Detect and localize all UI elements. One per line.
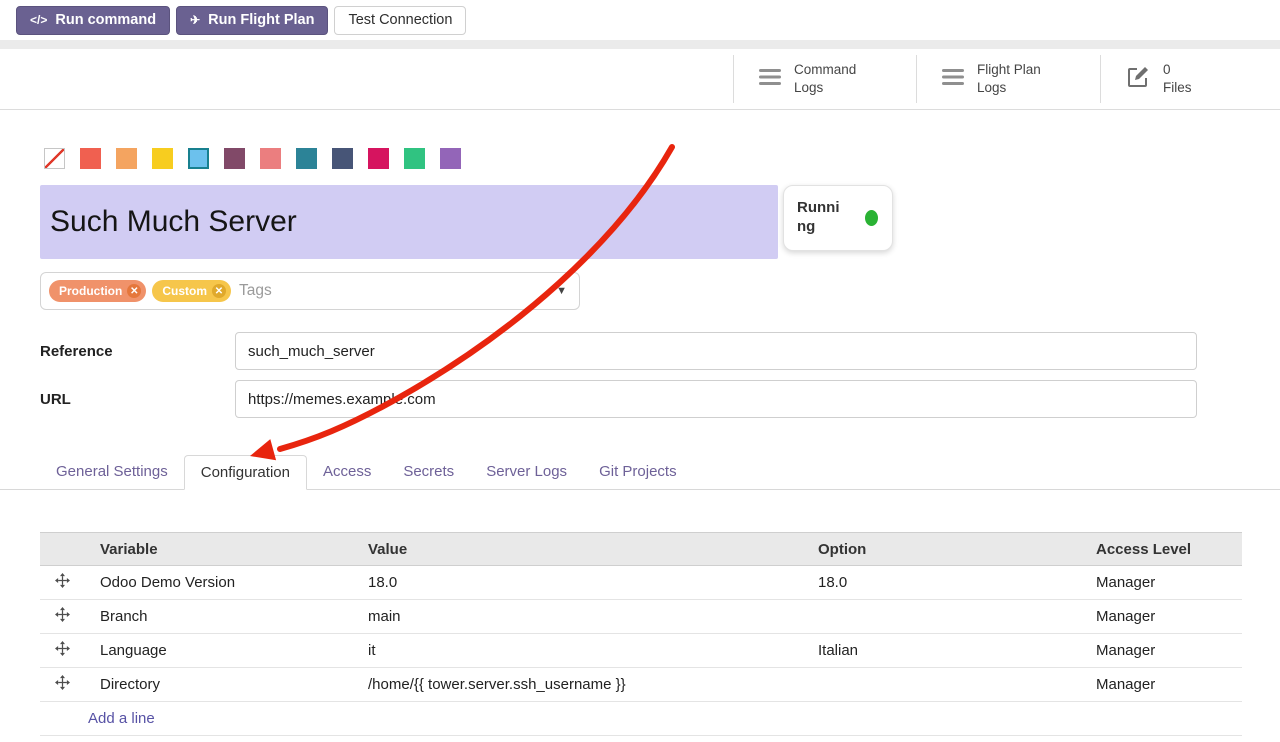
color-swatch-navy[interactable] (332, 148, 353, 169)
chevron-down-icon[interactable]: ▼ (556, 285, 567, 297)
tab-git-projects[interactable]: Git Projects (583, 455, 693, 489)
title-row: Running (40, 185, 1280, 259)
cell-access-level[interactable]: Manager (1080, 668, 1242, 702)
cell-value[interactable]: main (352, 600, 802, 634)
color-swatch-yellow[interactable] (152, 148, 173, 169)
configuration-table: Variable Value Option Access Level Odoo … (40, 532, 1242, 736)
color-swatch-magenta[interactable] (368, 148, 389, 169)
flight-plan-logs-button[interactable]: Flight Plan Logs (916, 55, 1100, 103)
color-swatch-orange[interactable] (116, 148, 137, 169)
add-a-line-link[interactable]: Add a line (88, 710, 155, 727)
drag-handle-icon[interactable] (55, 573, 70, 588)
cell-option[interactable] (802, 600, 1080, 634)
run-command-label: Run command (55, 12, 156, 28)
color-swatch-none[interactable] (44, 148, 65, 169)
color-palette (44, 148, 1280, 169)
cell-value[interactable]: 18.0 (352, 566, 802, 600)
color-swatch-salmon[interactable] (260, 148, 281, 169)
tag-production-remove-icon[interactable]: ✕ (127, 284, 141, 298)
tab-server-logs[interactable]: Server Logs (470, 455, 583, 489)
tag-custom-label: Custom (162, 284, 207, 298)
cell-variable[interactable]: Directory (84, 668, 352, 702)
url-label: URL (40, 391, 235, 408)
reference-field-row: Reference (40, 332, 1280, 370)
edit-pencil-icon (1126, 65, 1150, 94)
top-toolbar: </> Run command ✈ Run Flight Plan Test C… (0, 0, 1280, 40)
table-header-row: Variable Value Option Access Level (40, 533, 1242, 566)
cell-variable[interactable]: Odoo Demo Version (84, 566, 352, 600)
url-field-row: URL (40, 380, 1280, 418)
tag-custom: Custom ✕ (152, 280, 231, 302)
color-swatch-red[interactable] (80, 148, 101, 169)
test-connection-button[interactable]: Test Connection (334, 6, 466, 35)
cell-variable[interactable]: Branch (84, 600, 352, 634)
files-button[interactable]: 0 Files (1100, 55, 1280, 103)
paper-plane-icon: ✈ (190, 13, 200, 27)
column-header-variable: Variable (84, 533, 352, 566)
cell-variable[interactable]: Language (84, 634, 352, 668)
table-row: Directory /home/{{ tower.server.ssh_user… (40, 668, 1242, 702)
color-swatch-violet[interactable] (440, 148, 461, 169)
code-icon: </> (30, 13, 47, 27)
cell-access-level[interactable]: Manager (1080, 566, 1242, 600)
status-badge: Running (783, 185, 893, 251)
tab-bar: General Settings Configuration Access Se… (0, 455, 1280, 490)
tag-production-label: Production (59, 284, 122, 298)
handle-column-header (40, 533, 84, 566)
drag-handle-icon[interactable] (55, 675, 70, 690)
list-icon (942, 69, 964, 90)
table-row: Odoo Demo Version 18.0 18.0 Manager (40, 566, 1242, 600)
color-swatch-dark-purple[interactable] (224, 148, 245, 169)
cell-value[interactable]: it (352, 634, 802, 668)
tab-configuration[interactable]: Configuration (184, 455, 307, 490)
tags-input[interactable]: Production ✕ Custom ✕ Tags ▼ (40, 272, 580, 310)
reference-input[interactable] (235, 332, 1197, 370)
run-flight-plan-button[interactable]: ✈ Run Flight Plan (176, 6, 328, 35)
flight-plan-logs-label: Flight Plan Logs (977, 61, 1041, 97)
tags-placeholder: Tags (239, 282, 272, 300)
column-header-option: Option (802, 533, 1080, 566)
toolbar-separator (0, 40, 1280, 49)
color-swatch-cyan-selected[interactable] (188, 148, 209, 169)
url-input[interactable] (235, 380, 1197, 418)
page-header: Command Logs Flight Plan Logs 0 Files (0, 49, 1280, 110)
tag-production: Production ✕ (49, 280, 146, 302)
column-header-access-level: Access Level (1080, 533, 1242, 566)
cell-option[interactable]: 18.0 (802, 566, 1080, 600)
server-name-input[interactable] (40, 185, 778, 259)
tag-custom-remove-icon[interactable]: ✕ (212, 284, 226, 298)
drag-handle-icon[interactable] (55, 641, 70, 656)
color-swatch-green[interactable] (404, 148, 425, 169)
cell-access-level[interactable]: Manager (1080, 634, 1242, 668)
column-header-value: Value (352, 533, 802, 566)
status-dot (865, 210, 878, 226)
command-logs-button[interactable]: Command Logs (733, 55, 916, 103)
cell-option[interactable] (802, 668, 1080, 702)
run-command-button[interactable]: </> Run command (16, 6, 170, 35)
reference-label: Reference (40, 343, 235, 360)
list-icon (759, 69, 781, 90)
run-flight-plan-label: Run Flight Plan (208, 12, 314, 28)
cell-access-level[interactable]: Manager (1080, 600, 1242, 634)
table-row: Language it Italian Manager (40, 634, 1242, 668)
status-label: Running (797, 199, 845, 237)
cell-value[interactable]: /home/{{ tower.server.ssh_username }} (352, 668, 802, 702)
table-row: Branch main Manager (40, 600, 1242, 634)
drag-handle-icon[interactable] (55, 607, 70, 622)
files-label: 0 Files (1163, 61, 1192, 97)
test-connection-label: Test Connection (348, 12, 452, 28)
tab-general-settings[interactable]: General Settings (40, 455, 184, 489)
cell-option[interactable]: Italian (802, 634, 1080, 668)
tab-access[interactable]: Access (307, 455, 387, 489)
main-content: Running Production ✕ Custom ✕ Tags ▼ Ref… (0, 110, 1280, 736)
tab-secrets[interactable]: Secrets (387, 455, 470, 489)
add-line-row: Add a line (40, 702, 1242, 736)
color-swatch-teal[interactable] (296, 148, 317, 169)
command-logs-label: Command Logs (794, 61, 856, 97)
